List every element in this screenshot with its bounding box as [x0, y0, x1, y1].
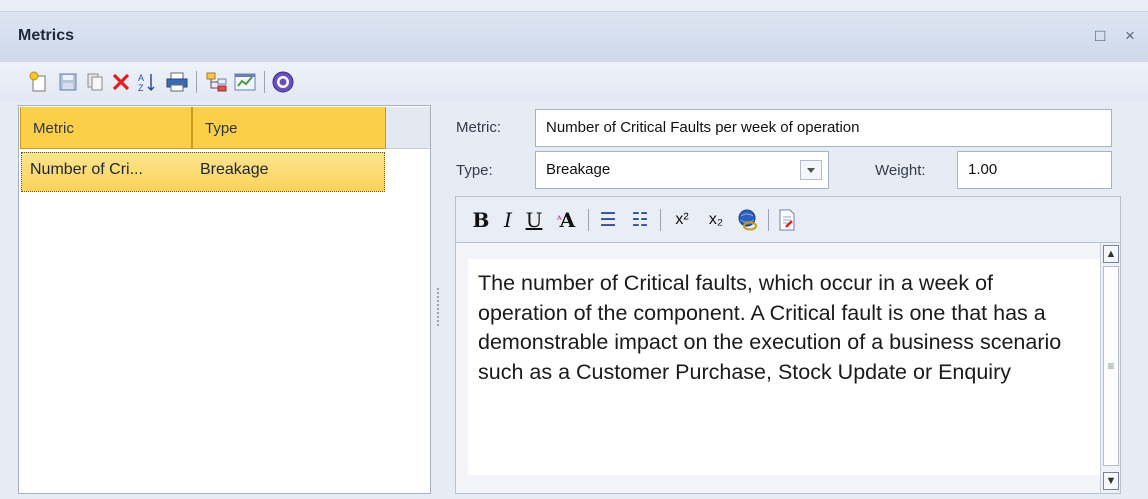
- hyperlink-button[interactable]: [736, 208, 760, 232]
- column-header-label: Type: [205, 120, 238, 137]
- metric-cell: Number of Cri...: [30, 161, 143, 178]
- help-icon: [272, 71, 294, 93]
- close-icon[interactable]: ×: [1125, 26, 1135, 46]
- metric-value: Number of Critical Faults per week of op…: [546, 119, 860, 136]
- metric-field[interactable]: Number of Critical Faults per week of op…: [535, 109, 1112, 147]
- new-icon: [29, 71, 46, 92]
- report-icon: [234, 73, 256, 91]
- italic-button[interactable]: I: [499, 208, 517, 232]
- document-button[interactable]: [776, 208, 798, 232]
- editor-toolbar: B I U ᴬA ☰ ☷ x² x₂: [455, 196, 1121, 242]
- scroll-thumb[interactable]: ≡: [1103, 266, 1119, 466]
- type-label: Type:: [456, 162, 493, 179]
- underline-button[interactable]: U: [524, 208, 544, 232]
- hierarchy-button[interactable]: [204, 69, 230, 95]
- document-icon: [779, 209, 795, 231]
- sort-icon: AZ: [138, 73, 155, 93]
- numbered-list-button[interactable]: ☷: [628, 208, 652, 232]
- delete-icon: [112, 73, 130, 91]
- vertical-scrollbar[interactable]: ▲ ≡ ▼: [1100, 243, 1120, 493]
- editor-page[interactable]: The number of Critical faults, which occ…: [468, 259, 1104, 475]
- weight-field[interactable]: 1.00: [957, 151, 1112, 189]
- window-title: Metrics: [18, 27, 75, 44]
- type-cell: Breakage: [200, 161, 269, 178]
- svg-text:A: A: [138, 73, 144, 83]
- title-bar: Metrics □ ×: [0, 12, 1148, 62]
- table-row[interactable]: Number of Cri... Breakage: [21, 152, 385, 192]
- superscript-button[interactable]: x²: [669, 208, 695, 232]
- toolbar-separator: [588, 209, 589, 231]
- bold-button[interactable]: B: [472, 208, 490, 232]
- sort-button[interactable]: AZ: [134, 69, 160, 95]
- font-color-button[interactable]: ᴬA: [553, 208, 579, 232]
- hierarchy-icon: [206, 72, 227, 92]
- weight-label: Weight:: [875, 162, 926, 179]
- hyperlink-icon: [738, 209, 757, 231]
- report-button[interactable]: [232, 69, 258, 95]
- scroll-up-icon[interactable]: ▲: [1103, 245, 1119, 263]
- save-button[interactable]: [55, 69, 81, 95]
- parent-window-strip: [0, 0, 1148, 12]
- column-header-label: Metric: [33, 120, 74, 137]
- type-value: Breakage: [546, 161, 611, 178]
- print-icon: [166, 72, 188, 92]
- maximize-icon[interactable]: □: [1095, 26, 1105, 46]
- copy-icon: [87, 73, 103, 91]
- metric-label: Metric:: [456, 119, 501, 136]
- toolbar-separator: [264, 71, 265, 93]
- column-header-filler: [386, 107, 430, 149]
- bullet-list-button[interactable]: ☰: [596, 208, 620, 232]
- save-icon: [59, 73, 77, 91]
- editor-text[interactable]: The number of Critical faults, which occ…: [478, 269, 1063, 387]
- new-button[interactable]: [26, 69, 52, 95]
- metrics-list[interactable]: Metric Type Number of Cri... Breakage: [18, 105, 431, 494]
- main-toolbar: AZ: [0, 62, 1148, 102]
- toolbar-separator: [768, 209, 769, 231]
- column-header-type[interactable]: Type: [192, 107, 386, 149]
- help-button[interactable]: [270, 69, 296, 95]
- scroll-down-icon[interactable]: ▼: [1103, 472, 1119, 490]
- type-dropdown[interactable]: Breakage: [535, 151, 829, 189]
- print-button[interactable]: [164, 69, 190, 95]
- toolbar-separator: [196, 71, 197, 93]
- svg-text:Z: Z: [138, 83, 144, 93]
- delete-button[interactable]: [108, 69, 134, 95]
- toolbar-separator: [660, 209, 661, 231]
- chevron-down-icon[interactable]: [800, 160, 822, 180]
- copy-button[interactable]: [82, 69, 108, 95]
- notes-editor[interactable]: The number of Critical faults, which occ…: [455, 242, 1121, 494]
- pane-splitter[interactable]: [437, 288, 441, 326]
- subscript-button[interactable]: x₂: [703, 208, 729, 232]
- column-header-metric[interactable]: Metric: [20, 107, 192, 149]
- weight-value: 1.00: [968, 161, 998, 178]
